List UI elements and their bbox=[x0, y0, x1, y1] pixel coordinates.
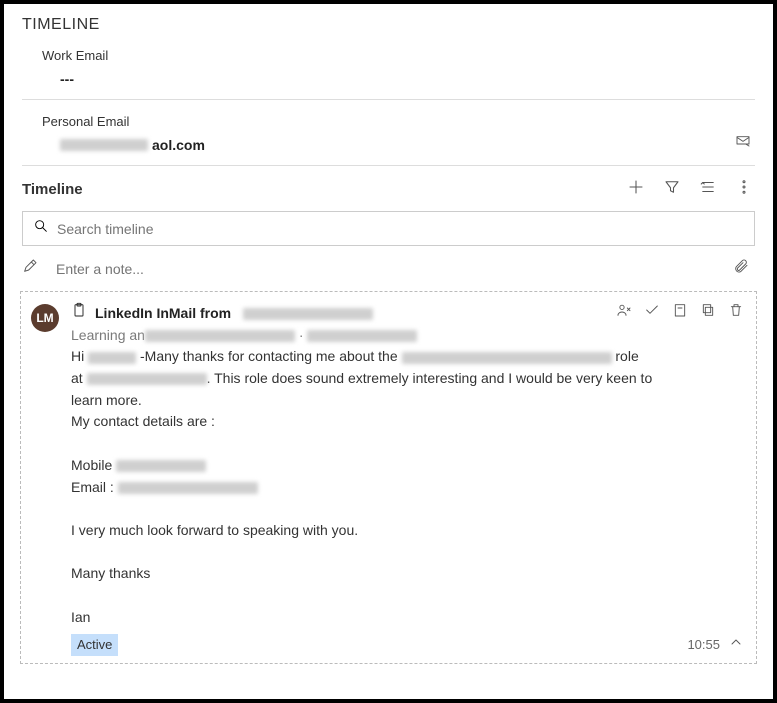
card-message: Hi -Many thanks for contacting me about … bbox=[71, 346, 744, 628]
status-badge[interactable]: Active bbox=[71, 634, 118, 656]
work-email-block: Work Email --- bbox=[18, 44, 759, 99]
personal-email-block: Personal Email aol.com bbox=[18, 110, 735, 165]
search-input[interactable] bbox=[57, 221, 744, 237]
copy-icon[interactable] bbox=[700, 302, 716, 325]
card-subtitle: Learning an · bbox=[71, 325, 744, 347]
card-title-prefix: LinkedIn InMail from bbox=[95, 305, 231, 321]
attachment-icon[interactable] bbox=[733, 258, 749, 279]
personal-email-label: Personal Email bbox=[42, 114, 731, 129]
add-icon[interactable] bbox=[627, 178, 645, 201]
filter-icon[interactable] bbox=[663, 178, 681, 201]
more-icon[interactable] bbox=[735, 178, 753, 201]
open-icon[interactable] bbox=[672, 302, 688, 325]
delete-icon[interactable] bbox=[728, 302, 744, 325]
search-timeline[interactable] bbox=[22, 211, 755, 246]
assign-icon[interactable] bbox=[616, 302, 632, 325]
panel-title: TIMELINE bbox=[22, 16, 759, 34]
divider bbox=[22, 165, 755, 166]
timeline-section-title: Timeline bbox=[22, 181, 83, 198]
card-time: 10:55 bbox=[687, 635, 720, 655]
clipboard-icon bbox=[71, 302, 87, 325]
card-title: LinkedIn InMail from bbox=[71, 302, 373, 325]
timeline-card[interactable]: LM LinkedIn InMail from bbox=[20, 291, 757, 664]
personal-email-value[interactable]: aol.com bbox=[42, 137, 731, 153]
note-input[interactable] bbox=[56, 261, 715, 277]
divider bbox=[22, 99, 755, 100]
redacted-text bbox=[60, 139, 148, 151]
collapse-icon[interactable] bbox=[728, 634, 744, 656]
pencil-icon bbox=[22, 258, 38, 279]
avatar: LM bbox=[31, 304, 59, 332]
mail-icon[interactable] bbox=[735, 132, 759, 165]
complete-icon[interactable] bbox=[644, 302, 660, 325]
personal-email-suffix: aol.com bbox=[152, 137, 205, 153]
work-email-value: --- bbox=[42, 71, 755, 87]
sort-icon[interactable] bbox=[699, 178, 717, 201]
search-icon bbox=[33, 218, 49, 239]
redacted-text bbox=[243, 308, 373, 320]
work-email-label: Work Email bbox=[42, 48, 755, 63]
